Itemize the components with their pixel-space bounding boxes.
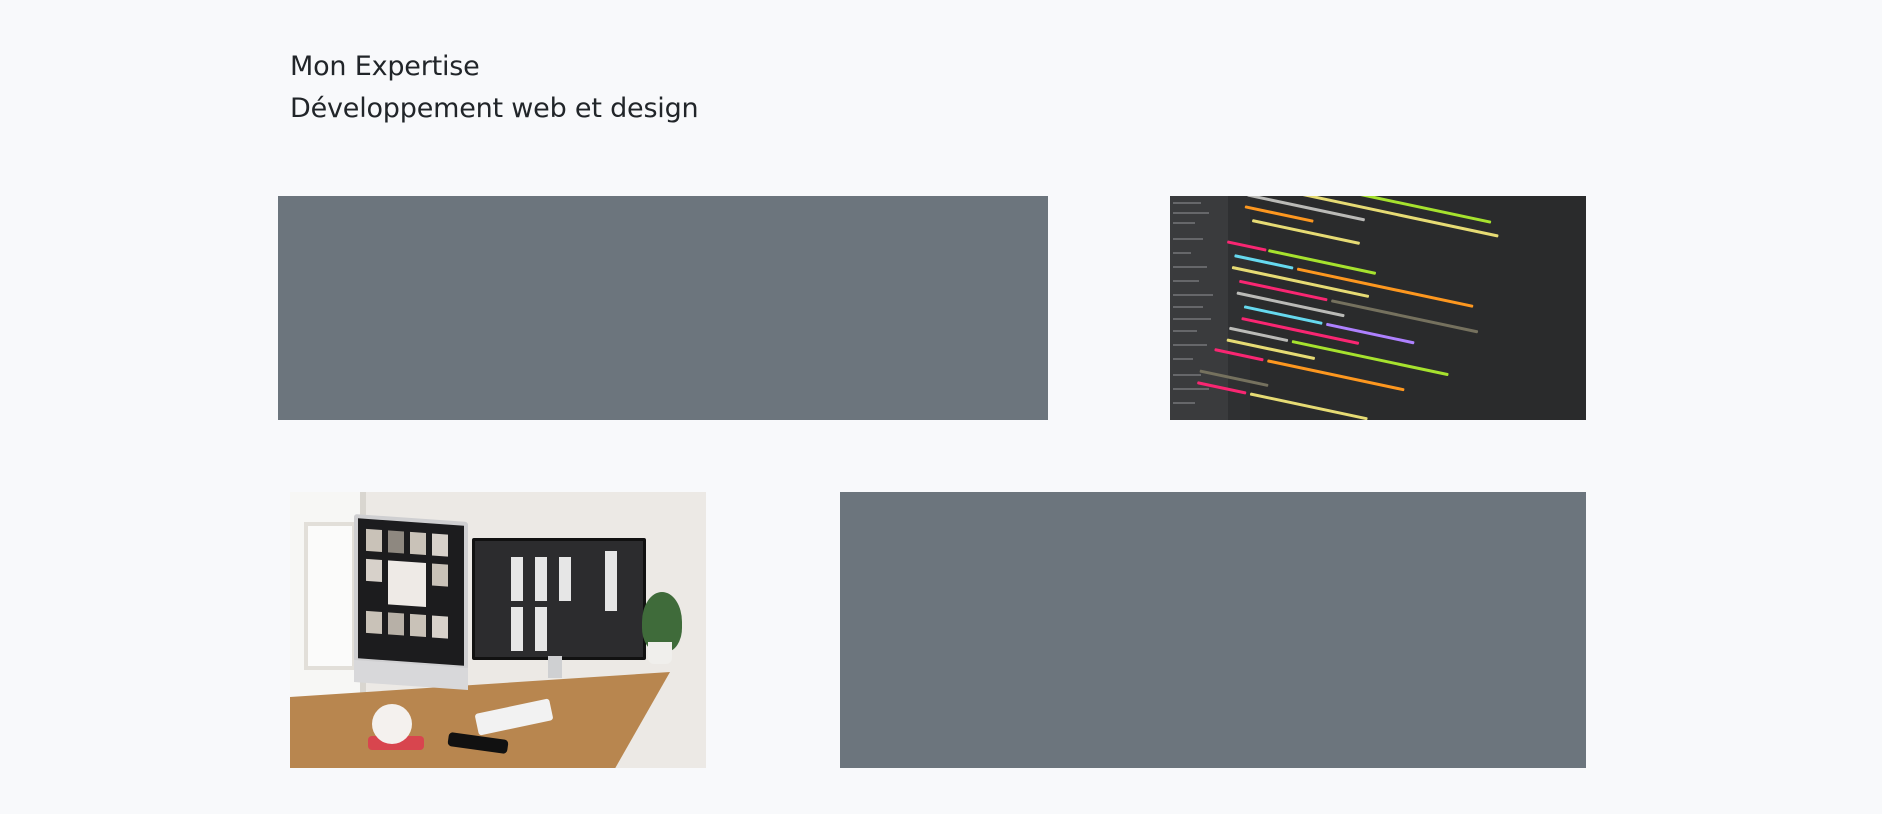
code-lines: [1170, 196, 1586, 420]
code-editor-image: [1170, 196, 1586, 420]
imac-display: [354, 514, 468, 690]
external-monitor: [472, 538, 646, 660]
image-placeholder-bottom-right: [840, 492, 1586, 768]
section-title: Mon Expertise: [290, 51, 480, 82]
section-heading: Mon Expertise Développement web et desig…: [290, 46, 699, 130]
lucky-cat-figurine: [372, 704, 412, 744]
image-placeholder-top-left: [278, 196, 1048, 420]
section-subtitle: Développement web et design: [290, 93, 699, 124]
desk-computers-image: [290, 492, 706, 768]
